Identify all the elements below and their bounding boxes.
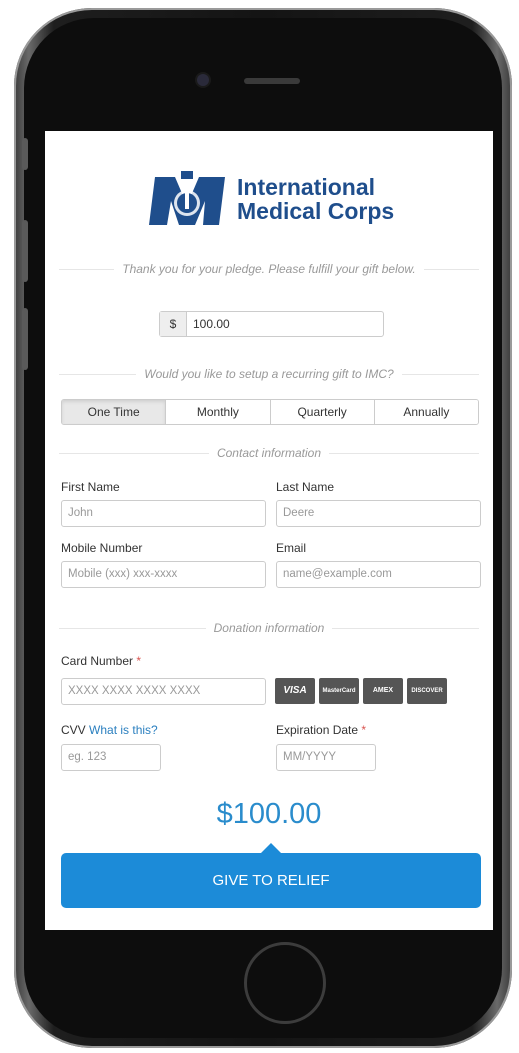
required-marker: * xyxy=(136,654,142,668)
intro-text: Thank you for your pledge. Please fulfil… xyxy=(114,262,424,276)
expiration-label-text: Expiration Date xyxy=(276,723,359,737)
give-to-relief-button[interactable]: GIVE TO RELIEF xyxy=(61,853,481,908)
logo-line-1: International xyxy=(237,174,376,200)
front-camera xyxy=(197,74,209,86)
contact-divider: Contact information xyxy=(59,446,479,460)
frequency-selector: One Time Monthly Quarterly Annually xyxy=(61,399,479,425)
logo-wordmark: International Medical Corps xyxy=(237,175,394,223)
email-field[interactable]: name@example.com xyxy=(276,561,481,588)
logo-line-2: Medical Corps xyxy=(237,198,395,224)
donation-total: $100.00 xyxy=(216,798,322,830)
amount-value[interactable]: 100.00 xyxy=(193,312,230,336)
cvv-help-link[interactable]: What is this? xyxy=(89,723,158,737)
recurring-prompt: Would you like to setup a recurring gift… xyxy=(136,367,402,381)
required-marker: * xyxy=(361,723,367,737)
recurring-divider: Would you like to setup a recurring gift… xyxy=(59,367,479,381)
contact-heading: Contact information xyxy=(208,446,330,460)
last-name-label: Last Name xyxy=(276,480,335,494)
home-button[interactable] xyxy=(244,942,326,1024)
volume-down-button xyxy=(22,308,28,370)
first-name-label: First Name xyxy=(61,480,120,494)
imc-logo: International Medical Corps xyxy=(145,171,405,227)
frequency-annually[interactable]: Annually xyxy=(374,400,478,424)
donation-heading: Donation information xyxy=(205,621,333,635)
visa-icon: VISA xyxy=(275,678,315,704)
donation-divider: Donation information xyxy=(59,621,479,635)
mobile-field[interactable]: Mobile (xxx) xxx-xxxx xyxy=(61,561,266,588)
card-number-label: Card Number * xyxy=(61,654,141,668)
mastercard-icon: MasterCard xyxy=(319,678,359,704)
currency-addon: $ xyxy=(160,312,187,336)
last-name-field[interactable]: Deere xyxy=(276,500,481,527)
cvv-label-text: CVV xyxy=(61,723,86,737)
card-number-label-text: Card Number xyxy=(61,654,134,668)
frequency-quarterly[interactable]: Quarterly xyxy=(270,400,375,424)
accepted-cards: VISA MasterCard AMEX DISCOVER xyxy=(275,678,447,704)
email-label: Email xyxy=(276,541,307,555)
frequency-monthly[interactable]: Monthly xyxy=(166,400,271,424)
discover-icon: DISCOVER xyxy=(407,678,447,704)
imc-emblem-icon xyxy=(149,171,225,225)
first-name-field[interactable]: John xyxy=(61,500,266,527)
expiration-label: Expiration Date * xyxy=(276,723,366,737)
amount-field[interactable]: $ 100.00 xyxy=(159,311,384,337)
mobile-label: Mobile Number xyxy=(61,541,143,555)
cvv-label: CVV What is this? xyxy=(61,723,158,737)
earpiece-speaker xyxy=(244,78,300,84)
intro-divider: Thank you for your pledge. Please fulfil… xyxy=(59,262,479,276)
mute-switch xyxy=(22,138,28,170)
volume-up-button xyxy=(22,220,28,282)
card-number-field[interactable]: XXXX XXXX XXXX XXXX xyxy=(61,678,266,705)
phone-screen: International Medical Corps Thank you fo… xyxy=(45,131,493,930)
amex-icon: AMEX xyxy=(363,678,403,704)
button-caret xyxy=(261,843,281,853)
frequency-one-time[interactable]: One Time xyxy=(62,400,167,424)
expiration-field[interactable]: MM/YYYY xyxy=(276,744,376,771)
cvv-field[interactable]: eg. 123 xyxy=(61,744,161,771)
